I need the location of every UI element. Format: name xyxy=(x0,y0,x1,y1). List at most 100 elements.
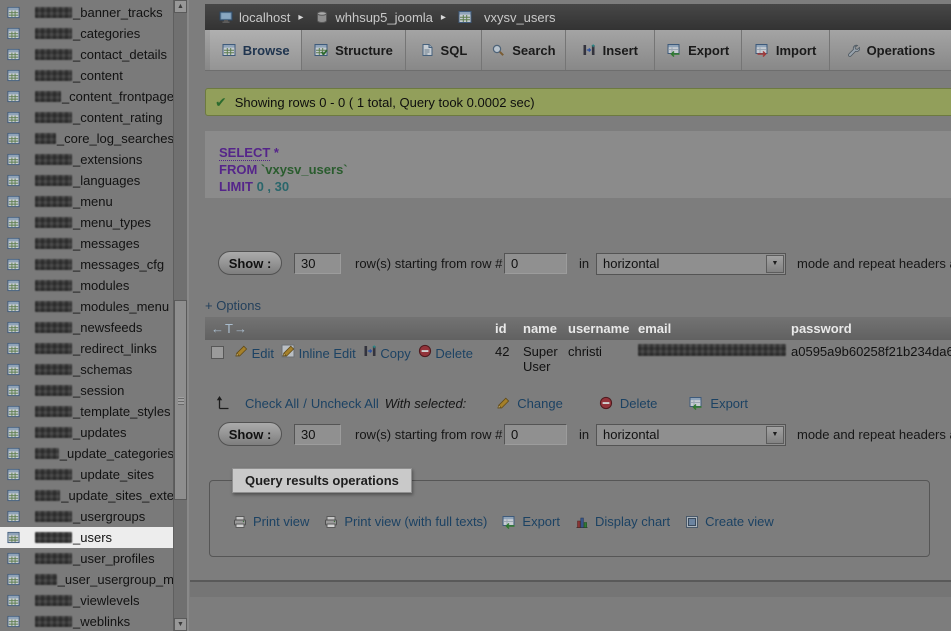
column-header-name[interactable]: name xyxy=(517,317,562,340)
wrench-icon xyxy=(846,43,860,57)
tab-browse[interactable]: Browse xyxy=(210,30,302,70)
change-link[interactable]: Change xyxy=(517,396,563,411)
rows-count-input[interactable] xyxy=(294,424,341,445)
sidebar-item-contact-details[interactable]: _contact_details xyxy=(0,44,174,65)
export-selected-link[interactable]: Export xyxy=(710,396,748,411)
sidebar-item-user-profiles[interactable]: _user_profiles xyxy=(0,548,174,569)
column-header-password[interactable]: password xyxy=(785,317,951,340)
blurred-prefix xyxy=(35,364,72,375)
start-row-input[interactable] xyxy=(504,424,567,445)
breadcrumb-table[interactable]: vxysv_users xyxy=(484,10,556,25)
show-button[interactable]: Show : xyxy=(218,422,282,446)
tab-operations[interactable]: Operations xyxy=(830,30,951,70)
sidebar-item-languages[interactable]: _languages xyxy=(0,170,174,191)
options-toggle[interactable]: + Options xyxy=(205,298,261,313)
table-icon xyxy=(7,132,20,145)
column-header-username[interactable]: username xyxy=(562,317,632,340)
mode-select[interactable]: horizontal ▼ xyxy=(596,424,786,446)
mode-select[interactable]: horizontal ▼ xyxy=(596,253,786,275)
display-chart-link[interactable]: Display chart xyxy=(595,514,670,529)
blurred-prefix xyxy=(35,616,72,627)
sidebar-item-update-sites[interactable]: _update_sites xyxy=(0,464,174,485)
table-list: _banner_tracks _categories _contact_deta… xyxy=(0,0,174,631)
sql-icon xyxy=(420,43,434,57)
edit-link[interactable]: Edit xyxy=(234,344,274,361)
transpose-icon[interactable]: ←T→ xyxy=(211,321,248,336)
sidebar-item-user-usergroup-map[interactable]: _user_usergroup_m xyxy=(0,569,174,590)
sidebar-scrollbar[interactable]: ▲ ▼ xyxy=(173,0,187,631)
sidebar-item-categories[interactable]: _categories xyxy=(0,23,174,44)
sidebar-item-session[interactable]: _session xyxy=(0,380,174,401)
sidebar-item-update-categories[interactable]: _update_categories xyxy=(0,443,174,464)
blurred-prefix xyxy=(35,301,72,312)
breadcrumb-database[interactable]: whhsup5_joomla xyxy=(335,10,433,25)
blurred-prefix xyxy=(35,553,72,564)
sidebar-item-updates[interactable]: _updates xyxy=(0,422,174,443)
sidebar-item-banner-tracks[interactable]: _banner_tracks xyxy=(0,2,174,23)
scrollbar-thumb[interactable] xyxy=(174,300,187,500)
start-row-input[interactable] xyxy=(504,253,567,274)
blurred-prefix xyxy=(35,322,72,333)
select-arrow-icon[interactable]: ▼ xyxy=(766,255,784,273)
blurred-prefix xyxy=(35,112,72,123)
sidebar-item-menu-types[interactable]: _menu_types xyxy=(0,212,174,233)
tab-sql[interactable]: SQL xyxy=(406,30,482,70)
in-label: in xyxy=(579,427,589,442)
check-all-link[interactable]: Check All xyxy=(245,396,299,411)
results-table: ←T→ id name username email password Edit… xyxy=(205,317,951,378)
sidebar-item-messages-cfg[interactable]: _messages_cfg xyxy=(0,254,174,275)
sidebar-item-usergroups[interactable]: _usergroups xyxy=(0,506,174,527)
sidebar-item-viewlevels[interactable]: _viewlevels xyxy=(0,590,174,611)
sidebar-item-schemas[interactable]: _schemas xyxy=(0,359,174,380)
tab-insert[interactable]: Insert xyxy=(566,30,655,70)
export-results-link[interactable]: Export xyxy=(522,514,560,529)
sidebar-item-update-sites-extensions[interactable]: _update_sites_exte xyxy=(0,485,174,506)
row-checkbox[interactable] xyxy=(211,346,224,359)
sidebar-item-users-selected[interactable]: _users xyxy=(0,527,174,548)
tab-import[interactable]: Import xyxy=(742,30,829,70)
sidebar-item-modules-menu[interactable]: _modules_menu xyxy=(0,296,174,317)
sidebar-item-extensions[interactable]: _extensions xyxy=(0,149,174,170)
sidebar-divider xyxy=(187,0,189,631)
sidebar-item-newsfeeds[interactable]: _newsfeeds xyxy=(0,317,174,338)
blurred-prefix xyxy=(35,28,72,39)
sidebar-item-template-styles[interactable]: _template_styles xyxy=(0,401,174,422)
sidebar-item-messages[interactable]: _messages xyxy=(0,233,174,254)
select-arrow-icon[interactable]: ▼ xyxy=(766,426,784,444)
rows-count-input[interactable] xyxy=(294,253,341,274)
print-view-link[interactable]: Print view xyxy=(253,514,309,529)
sidebar-item-core-log-searches[interactable]: _core_log_searches xyxy=(0,128,174,149)
sidebar-item-content-frontpage[interactable]: _content_frontpage xyxy=(0,86,174,107)
column-header-email[interactable]: email xyxy=(632,317,785,340)
delete-link[interactable]: Delete xyxy=(418,344,473,361)
table-icon xyxy=(7,216,20,229)
sidebar-item-weblinks[interactable]: _weblinks xyxy=(0,611,174,631)
search-icon xyxy=(491,43,505,57)
tab-structure[interactable]: Structure xyxy=(302,30,405,70)
delete-selected-link[interactable]: Delete xyxy=(620,396,658,411)
scroll-up-icon[interactable]: ▲ xyxy=(174,0,187,13)
scroll-down-icon[interactable]: ▼ xyxy=(174,618,187,631)
tab-search[interactable]: Search xyxy=(482,30,565,70)
sidebar-item-modules[interactable]: _modules xyxy=(0,275,174,296)
create-view-link[interactable]: Create view xyxy=(705,514,774,529)
copy-link[interactable]: Copy xyxy=(363,344,411,361)
printer-icon xyxy=(233,515,247,529)
sidebar-item-content-rating[interactable]: _content_rating xyxy=(0,107,174,128)
show-button[interactable]: Show : xyxy=(218,251,282,275)
bottom-band xyxy=(190,582,951,597)
export-icon xyxy=(502,515,516,529)
blurred-prefix xyxy=(35,427,72,438)
sidebar-item-menu[interactable]: _menu xyxy=(0,191,174,212)
sidebar-item-redirect-links[interactable]: _redirect_links xyxy=(0,338,174,359)
breadcrumb-server[interactable]: localhost xyxy=(239,10,290,25)
column-header-id[interactable]: id xyxy=(489,317,517,340)
tab-export[interactable]: Export xyxy=(655,30,742,70)
database-icon xyxy=(315,10,329,24)
uncheck-all-link[interactable]: Uncheck All xyxy=(311,396,379,411)
print-view-full-link[interactable]: Print view (with full texts) xyxy=(344,514,487,529)
table-icon xyxy=(7,363,20,376)
sidebar-item-content[interactable]: _content xyxy=(0,65,174,86)
table-icon xyxy=(7,447,20,460)
inline-edit-link[interactable]: Inline Edit xyxy=(281,344,356,361)
